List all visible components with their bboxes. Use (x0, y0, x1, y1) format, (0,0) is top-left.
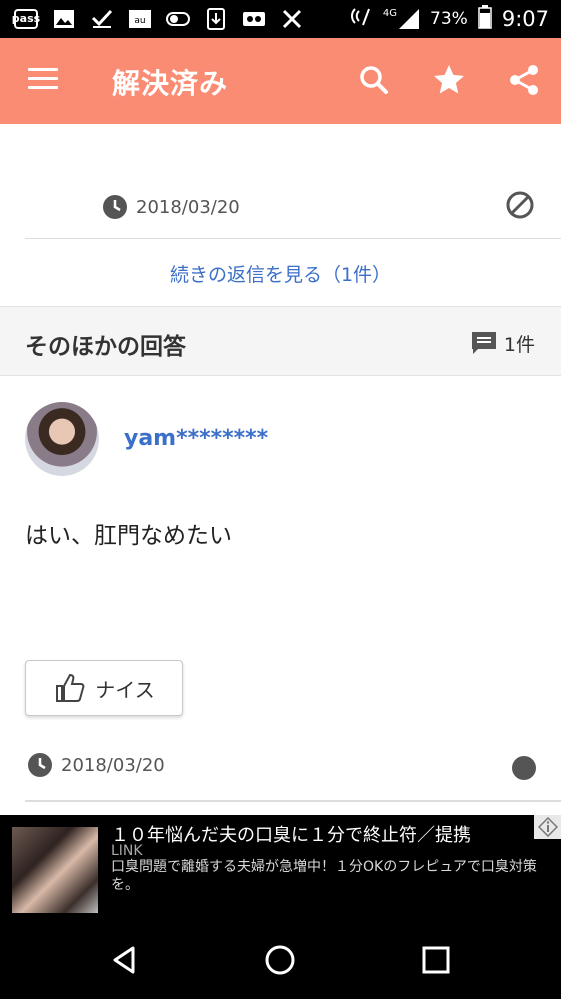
answer-meta: 2018/03/20 (27, 752, 165, 778)
home-icon[interactable] (264, 944, 296, 976)
system-status: 4G 73% 9:07 (349, 4, 549, 34)
download-icon (204, 8, 228, 30)
thumbs-up-icon (56, 673, 85, 702)
comment-icon (471, 332, 496, 354)
section-title: そのほかの回答 (25, 334, 186, 360)
svg-text:au: au (134, 16, 145, 26)
reply-date: 2018/03/20 (136, 196, 240, 218)
answer-count-label: 1件 (503, 333, 535, 356)
nice-label: ナイス (95, 677, 155, 702)
clock-time: 9:07 (501, 7, 549, 31)
answer-date: 2018/03/20 (61, 754, 165, 776)
share-icon[interactable] (506, 62, 542, 98)
pass-icon: pass (12, 9, 40, 29)
back-icon[interactable] (108, 944, 140, 976)
block-icon[interactable] (512, 756, 536, 780)
block-icon[interactable] (505, 190, 535, 220)
username[interactable]: yam******** (124, 426, 268, 451)
au-icon: au (128, 8, 152, 30)
battery-icon (478, 4, 492, 34)
ad-image[interactable] (12, 827, 98, 913)
menu-icon[interactable] (28, 68, 58, 92)
answer-text: はい、肛門なめたい (25, 523, 232, 549)
content-area: 2018/03/20 続きの返信を見る（1件） そのほかの回答 1件 yam**… (0, 124, 561, 815)
more-replies-link[interactable]: 続きの返信を見る（1件） (0, 260, 561, 287)
navigation-bar (0, 918, 561, 999)
divider (25, 800, 561, 802)
app-bar: 解決済み (0, 38, 561, 124)
ad-source: LINK (111, 843, 143, 859)
battery-percent: 73% (430, 9, 468, 29)
other-answers-header: そのほかの回答 1件 (0, 306, 561, 376)
tools-icon (280, 8, 304, 30)
signal-icon: 4G (383, 8, 420, 30)
divider (25, 238, 561, 239)
answer-count: 1件 (470, 329, 535, 357)
toggle-icon (166, 8, 190, 30)
image-icon (52, 8, 76, 30)
clock-icon (103, 195, 127, 219)
reply-meta: 2018/03/20 (102, 194, 240, 220)
ad-title[interactable]: １０年悩んだ夫の口臭に１分で終止符／提携 (111, 821, 471, 847)
search-icon[interactable] (356, 62, 392, 98)
avatar[interactable] (25, 402, 99, 476)
check-icon (90, 8, 114, 30)
voicemail-icon (242, 8, 266, 30)
ad-info-icon[interactable] (534, 815, 561, 839)
page-title: 解決済み (112, 67, 229, 100)
notification-icons: pass au (12, 6, 304, 32)
nfc-icon (349, 5, 373, 34)
ad-description[interactable]: 口臭問題で離婚する夫婦が急増中！１分OKのフレピュアで口臭対策を。 (111, 858, 543, 894)
recents-icon[interactable] (420, 944, 452, 976)
status-bar: pass au 4G 73% 9:07 (0, 0, 561, 38)
nice-button[interactable]: ナイス (25, 660, 183, 716)
clock-icon (28, 753, 52, 777)
ad-banner[interactable]: １０年悩んだ夫の口臭に１分で終止符／提携 LINK 口臭問題で離婚する夫婦が急増… (0, 815, 561, 918)
star-icon[interactable] (431, 62, 467, 98)
